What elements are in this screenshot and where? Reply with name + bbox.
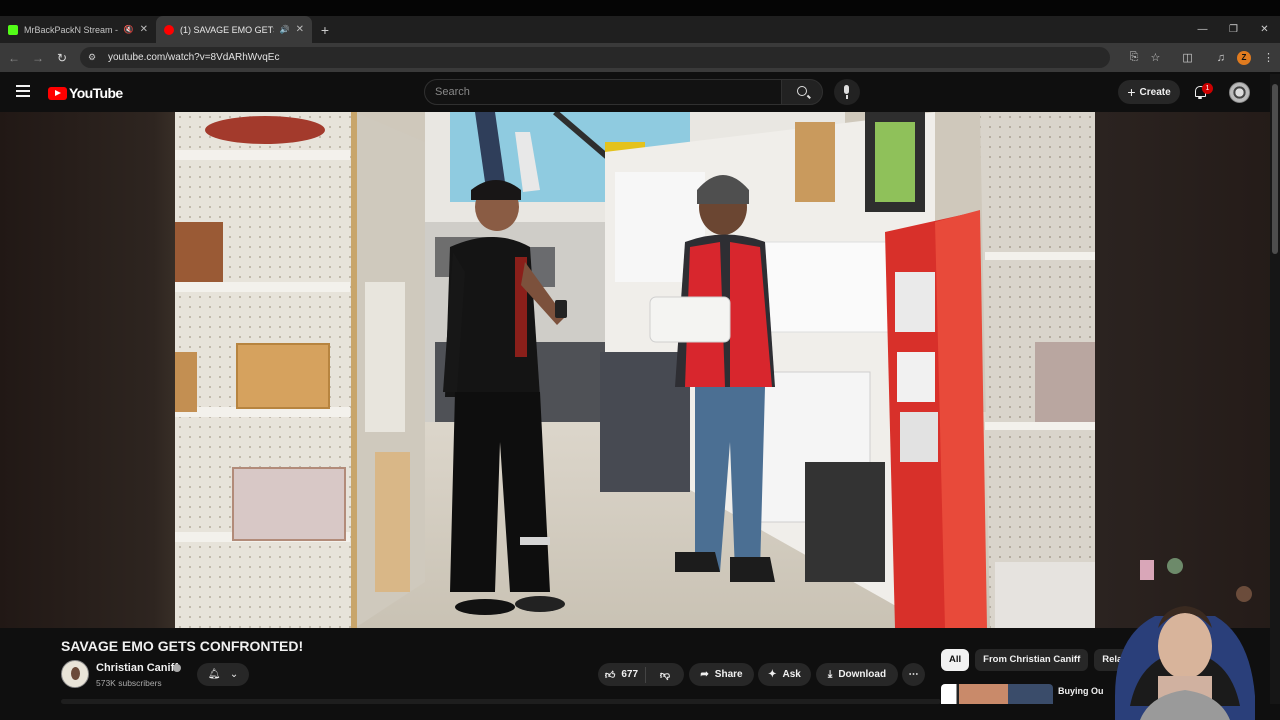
description-box-edge (61, 699, 941, 704)
download-icon: ⤓ (827, 669, 833, 680)
scrollbar-thumb[interactable] (1272, 84, 1278, 254)
recommended-thumbnail (941, 684, 1053, 704)
more-actions-button[interactable]: ⋯ (902, 663, 925, 686)
youtube-icon (164, 24, 174, 35)
media-controls-icon[interactable]: ♫ (1217, 52, 1225, 64)
recommended-video[interactable]: Buying Ou (941, 684, 1111, 704)
tab-title: MrBackPackN Stream - Wat (24, 24, 118, 35)
share-button[interactable]: ➦ Share (689, 663, 754, 686)
channel-avatar[interactable] (61, 660, 89, 688)
url-text: youtube.com/watch?v=8VdARhWvqEc (108, 52, 280, 63)
download-button[interactable]: ⤓ Download (816, 663, 898, 686)
chip-all[interactable]: All (941, 649, 970, 671)
dislike-button[interactable]: 👎︎ (646, 669, 684, 681)
video-player[interactable] (175, 112, 1095, 628)
address-bar[interactable]: ⚙ youtube.com/watch?v=8VdARhWvqEc (80, 47, 1110, 68)
youtube-header: YouTube Search + Create (0, 72, 1280, 112)
extensions-icon[interactable]: ◫ (1182, 51, 1192, 64)
tab-kick-stream[interactable]: MrBackPackN Stream - Wat 🔇 ✕ (0, 16, 156, 43)
sparkle-icon: ✦ (768, 669, 777, 680)
browser-tab-bar: MrBackPackN Stream - Wat 🔇 ✕ (1) SAVAGE … (0, 16, 1280, 43)
toolbar-actions: ⎘ ☆ ◫ ♫ Z ⋮ (1130, 43, 1274, 72)
window-top-strip (0, 0, 1280, 16)
install-app-icon[interactable]: ⎘ (1130, 51, 1139, 64)
reload-icon[interactable]: ↻ (50, 51, 74, 65)
ask-button[interactable]: ✦ Ask (758, 663, 811, 686)
voice-search-icon[interactable] (834, 79, 860, 105)
window-controls: — ❐ ✕ (1187, 16, 1280, 43)
create-label: Create (1139, 86, 1171, 98)
chip-from-channel[interactable]: From Christian Caniff (975, 649, 1089, 671)
kick-icon (8, 24, 18, 35)
bell-icon: 🔔︎ (207, 669, 221, 680)
chevron-down-icon: ⌄ (229, 669, 239, 680)
thumbs-down-icon: 👎︎ (659, 669, 671, 681)
channel-name[interactable]: Christian Caniff (96, 662, 178, 674)
forward-icon[interactable]: → (26, 51, 50, 65)
restore-icon[interactable]: ❐ (1218, 16, 1249, 43)
ask-label: Ask (782, 669, 801, 680)
new-tab-button[interactable]: + (312, 16, 338, 43)
profile-avatar[interactable]: Z (1237, 50, 1251, 65)
search-input[interactable]: Search (424, 79, 782, 105)
subscriber-count: 573K subscribers (96, 678, 162, 688)
browser-menu-icon[interactable]: ⋮ (1263, 51, 1274, 64)
subscribed-notifications-button[interactable]: 🔔︎ ⌄ (197, 663, 249, 686)
search-button[interactable] (781, 79, 823, 105)
logo-text: YouTube (69, 85, 123, 101)
like-button[interactable]: 👍︎ 677 (598, 666, 646, 683)
close-icon[interactable]: ✕ (296, 24, 304, 35)
browser-toolbar: ← → ↻ ⚙ youtube.com/watch?v=8VdARhWvqEc … (0, 43, 1280, 72)
back-icon[interactable]: ← (2, 51, 26, 65)
verified-check-icon (173, 664, 181, 672)
mute-icon[interactable]: 🔇 (124, 25, 134, 34)
share-label: Share (714, 669, 743, 680)
download-label: Download (838, 669, 887, 680)
like-count: 677 (621, 669, 639, 680)
video-frame-illustration (175, 112, 1095, 628)
like-dislike-group: 👍︎ 677 👎︎ (598, 663, 684, 686)
streamer-webcam-overlay (1115, 558, 1255, 720)
bookmark-star-icon[interactable]: ☆ (1150, 51, 1160, 64)
youtube-play-icon (48, 86, 67, 100)
share-arrow-icon: ➦ (700, 669, 709, 680)
notification-badge: 1 (1202, 83, 1213, 94)
close-window-icon[interactable]: ✕ (1249, 16, 1280, 43)
thumbs-up-icon: 👍︎ (604, 669, 616, 681)
tab-title: (1) SAVAGE EMO GETS CON (180, 24, 274, 35)
page-scrollbar[interactable] (1270, 74, 1280, 704)
create-button[interactable]: + Create (1118, 80, 1180, 104)
account-avatar[interactable] (1229, 82, 1250, 103)
recommended-title: Buying Ou (1058, 686, 1104, 696)
speaker-icon[interactable]: 🔊 (280, 25, 290, 34)
site-info-icon[interactable]: ⚙ (88, 52, 100, 63)
more-horizontal-icon: ⋯ (908, 669, 919, 680)
tab-youtube-video[interactable]: (1) SAVAGE EMO GETS CON 🔊 ✕ (156, 16, 312, 43)
youtube-logo[interactable]: YouTube (48, 85, 123, 101)
plus-icon: + (1127, 84, 1136, 100)
hamburger-menu-icon[interactable] (16, 85, 30, 100)
close-icon[interactable]: ✕ (140, 24, 148, 35)
video-title: SAVAGE EMO GETS CONFRONTED! (61, 638, 304, 654)
minimize-icon[interactable]: — (1187, 16, 1218, 43)
